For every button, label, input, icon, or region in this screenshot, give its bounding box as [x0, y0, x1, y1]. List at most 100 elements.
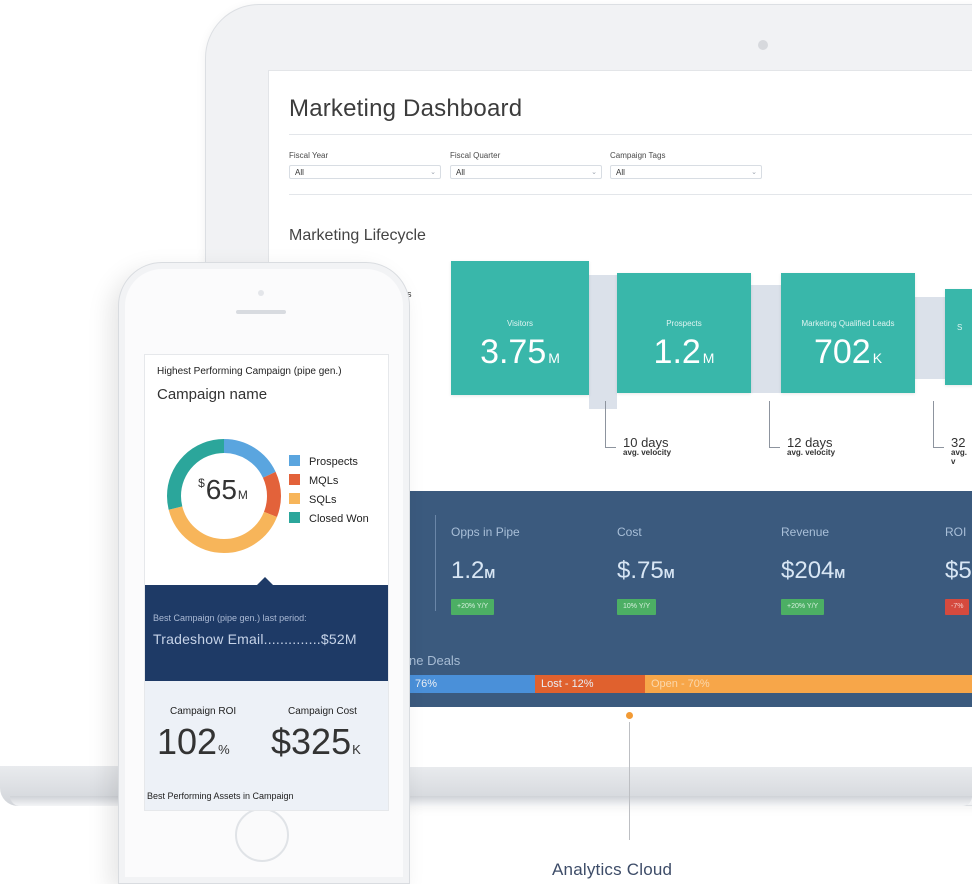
roi-number: 102	[157, 721, 218, 762]
fiscal-quarter-select[interactable]: All ⌄	[450, 165, 602, 179]
product-callout: Analytics Cloud	[552, 860, 673, 879]
kpi-unit: M	[834, 566, 846, 581]
kpi-divider	[435, 515, 436, 611]
kpi-roi-label: ROI	[945, 525, 967, 539]
velocity-caption: avg. v	[951, 448, 968, 466]
legend-sqls: SQLs	[289, 493, 337, 506]
kpi-cost-badge: 10% Y/Y	[617, 599, 657, 615]
section-title: Marketing Lifecycle	[289, 227, 426, 244]
cost-unit: K	[352, 742, 361, 757]
legend-label: Prospects	[309, 456, 358, 468]
phone-camera	[258, 290, 264, 296]
roi-unit: %	[218, 742, 230, 757]
legend-label: MQLs	[309, 475, 339, 487]
fiscal-quarter-label: Fiscal Quarter	[450, 151, 501, 160]
kpi-opps-label: Opps in Pipe	[451, 525, 520, 539]
header-divider	[289, 134, 972, 135]
campaign-cost-label: Campaign Cost	[288, 706, 357, 717]
campaign-roi-label: Campaign ROI	[170, 706, 237, 717]
kpi-number: $.75	[617, 557, 664, 584]
legend-label: Closed Won	[309, 513, 369, 525]
stage-sqls[interactable]: S	[945, 289, 972, 385]
legend-prospects: Prospects	[289, 455, 358, 468]
legend-swatch	[289, 493, 300, 504]
velocity-sqls: 32 avg. v	[951, 435, 972, 466]
kpi-opps-badge: +20% Y/Y	[451, 599, 495, 615]
callout-dot	[626, 712, 633, 719]
stage-label: S	[957, 323, 963, 332]
legend-swatch	[289, 512, 300, 523]
chevron-down-icon: ⌄	[591, 169, 597, 176]
deals-bar-segment-open[interactable]: Open - 70%	[645, 675, 972, 693]
deals-label: ne Deals	[409, 653, 461, 668]
campaign-tags-value: All	[616, 168, 625, 177]
velocity-mqls: 12 days avg. velocity	[787, 435, 835, 457]
stage-prospects[interactable]: Prospects 1.2 M	[617, 273, 751, 393]
phone-speaker	[236, 310, 286, 314]
kpi-number: $5	[945, 557, 972, 584]
flow-band	[751, 285, 781, 393]
callout-line	[629, 722, 630, 840]
kpi-revenue-label: Revenue	[781, 525, 830, 539]
fiscal-year-label: Fiscal Year	[289, 151, 329, 160]
velocity-caption: avg. velocity	[787, 448, 836, 457]
phone-home-button[interactable]	[235, 808, 289, 862]
flow-band	[915, 297, 945, 379]
stage-unit: M	[548, 350, 560, 366]
phone-screen: Highest Performing Campaign (pipe gen.) …	[144, 354, 389, 811]
donut-center-unit: M	[237, 488, 248, 502]
kpi-roi-value: $5	[945, 557, 972, 585]
stage-value: 3.75 M	[451, 333, 589, 372]
velocity-prospects: 10 days avg. velocity	[623, 435, 671, 457]
kpi-revenue-value: $204M	[781, 557, 845, 585]
stage-label: Visitors	[506, 319, 534, 328]
fiscal-quarter-value: All	[456, 168, 465, 177]
donut-center-number: 65	[205, 474, 237, 505]
deals-bar-segment-lost[interactable]: Lost - 12%	[535, 675, 645, 693]
legend-swatch	[289, 455, 300, 466]
donut-center-prefix: $	[198, 476, 205, 490]
page-title: Marketing Dashboard	[289, 95, 523, 122]
kpi-roi-badge: -7%	[945, 599, 970, 615]
campaign-tags-select[interactable]: All ⌄	[610, 165, 762, 179]
campaign-tags-label: Campaign Tags	[610, 151, 666, 160]
best-campaign-value: Tradeshow Email..............$52M	[153, 631, 357, 647]
stage-visitors[interactable]: Visitors 3.75 M	[451, 261, 589, 395]
kpi-unit: M	[484, 566, 496, 581]
legend-mqls: MQLs	[289, 474, 338, 487]
legend-label: SQLs	[309, 494, 337, 506]
stage-unit: M	[702, 350, 715, 366]
velocity-bracket	[605, 401, 616, 448]
kpi-number: $204	[781, 557, 835, 584]
stage-mqls[interactable]: Marketing Qualified Leads 702 K	[781, 273, 915, 393]
velocity-caption: avg. velocity	[623, 448, 672, 457]
kpi-cost-label: Cost	[617, 525, 642, 539]
cost-number: $325	[271, 721, 352, 762]
flow-band	[589, 275, 617, 409]
fiscal-year-select[interactable]: All ⌄	[289, 165, 441, 179]
laptop-camera	[758, 40, 768, 50]
campaign-caption: Highest Performing Campaign (pipe gen.)	[157, 366, 342, 377]
stage-number: 1.2	[653, 333, 701, 371]
kpi-number: 1.2	[451, 557, 485, 584]
deals-bar-segment-won[interactable]: 76%	[409, 675, 535, 693]
stage-value: 702 K	[781, 333, 915, 372]
kpi-revenue-badge: +20% Y/Y	[781, 599, 825, 615]
stage-unit: K	[872, 350, 883, 366]
chevron-down-icon: ⌄	[430, 169, 436, 176]
velocity-bracket	[933, 401, 944, 448]
stage-number: 3.75	[480, 333, 547, 371]
kpi-cost-value: $.75M	[617, 557, 675, 585]
kpi-unit: M	[663, 566, 675, 581]
campaign-roi-value: 102%	[157, 721, 230, 763]
stage-number: 702	[813, 333, 871, 371]
filters-divider	[289, 194, 972, 195]
legend-closed-won: Closed Won	[289, 512, 369, 525]
best-assets-label: Best Performing Assets in Campaign	[147, 791, 294, 801]
campaign-cost-value: $325K	[271, 721, 361, 763]
fiscal-year-value: All	[295, 168, 304, 177]
legend-swatch	[289, 474, 300, 485]
best-campaign-caption: Best Campaign (pipe gen.) last period:	[153, 613, 307, 623]
velocity-bracket	[769, 401, 780, 448]
chevron-down-icon: ⌄	[751, 169, 757, 176]
